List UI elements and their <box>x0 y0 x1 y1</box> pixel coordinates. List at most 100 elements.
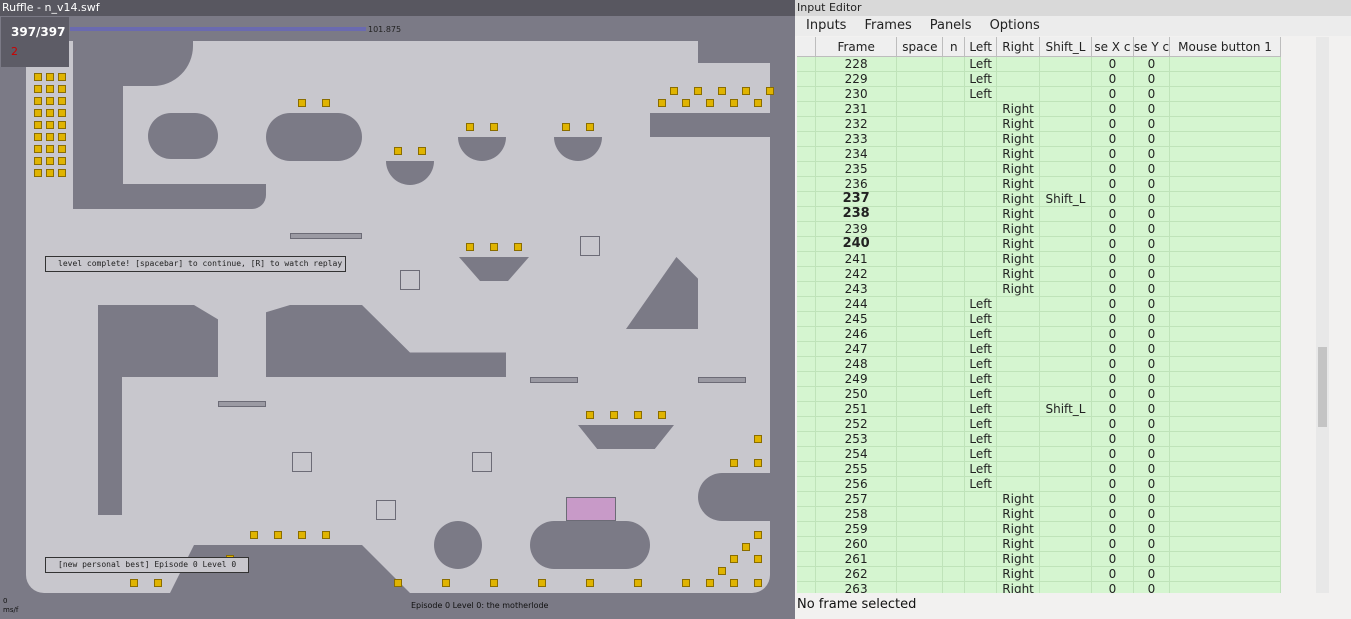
cell-n[interactable] <box>942 371 966 387</box>
row-gutter[interactable] <box>797 536 816 552</box>
table-row[interactable]: 239 Right 0 0 <box>797 221 1281 237</box>
cell-space[interactable] <box>896 266 944 282</box>
row-gutter[interactable] <box>797 371 816 387</box>
cell-frame[interactable]: 228 <box>815 56 898 72</box>
cell-mouse-button[interactable] <box>1169 146 1281 162</box>
cell-n[interactable] <box>942 251 966 267</box>
cell-mouse-y[interactable]: 0 <box>1133 161 1171 177</box>
row-gutter[interactable] <box>797 461 816 477</box>
cell-frame[interactable]: 255 <box>815 461 898 477</box>
cell-left[interactable] <box>964 101 998 117</box>
row-gutter[interactable] <box>797 206 816 222</box>
cell-shift[interactable] <box>1039 356 1092 372</box>
cell-frame[interactable]: 229 <box>815 71 898 87</box>
cell-left[interactable] <box>964 581 998 593</box>
row-gutter[interactable] <box>797 281 816 297</box>
cell-space[interactable] <box>896 281 944 297</box>
cell-space[interactable] <box>896 506 944 522</box>
row-gutter[interactable] <box>797 176 816 192</box>
cell-n[interactable] <box>942 326 966 342</box>
cell-left[interactable] <box>964 251 998 267</box>
cell-mouse-y[interactable]: 0 <box>1133 476 1171 492</box>
cell-frame[interactable]: 234 <box>815 146 898 162</box>
cell-right[interactable] <box>996 296 1041 312</box>
row-gutter[interactable] <box>797 401 816 417</box>
game-arena[interactable]: level complete! [spacebar] to continue, … <box>26 41 774 593</box>
cell-mouse-button[interactable] <box>1169 521 1281 537</box>
cell-mouse-x[interactable]: 0 <box>1091 371 1134 387</box>
cell-right[interactable] <box>996 56 1041 72</box>
cell-mouse-y[interactable]: 0 <box>1133 581 1171 593</box>
cell-right[interactable] <box>996 341 1041 357</box>
cell-n[interactable] <box>942 281 966 297</box>
cell-right[interactable] <box>996 326 1041 342</box>
cell-mouse-button[interactable] <box>1169 506 1281 522</box>
cell-mouse-x[interactable]: 0 <box>1091 401 1134 417</box>
col-frame[interactable]: Frame <box>815 37 898 57</box>
table-row[interactable]: 245 Left 0 0 <box>797 311 1281 327</box>
row-gutter[interactable] <box>797 341 816 357</box>
cell-mouse-button[interactable] <box>1169 191 1281 207</box>
vertical-scrollbar[interactable] <box>1316 37 1329 593</box>
row-gutter[interactable] <box>797 566 816 582</box>
table-row[interactable]: 248 Left 0 0 <box>797 356 1281 372</box>
cell-frame[interactable]: 238 <box>815 206 898 222</box>
table-row[interactable]: 260 Right 0 0 <box>797 536 1281 552</box>
cell-mouse-x[interactable]: 0 <box>1091 566 1134 582</box>
cell-mouse-button[interactable] <box>1169 131 1281 147</box>
row-gutter[interactable] <box>797 116 816 132</box>
row-gutter[interactable] <box>797 446 816 462</box>
cell-mouse-y[interactable]: 0 <box>1133 101 1171 117</box>
cell-mouse-button[interactable] <box>1169 536 1281 552</box>
menu-frames[interactable]: Frames <box>853 16 918 33</box>
cell-space[interactable] <box>896 416 944 432</box>
cell-left[interactable] <box>964 221 998 237</box>
cell-left[interactable] <box>964 266 998 282</box>
cell-mouse-button[interactable] <box>1169 551 1281 567</box>
cell-space[interactable] <box>896 431 944 447</box>
row-gutter[interactable] <box>797 146 816 162</box>
cell-shift[interactable] <box>1039 296 1092 312</box>
cell-shift[interactable] <box>1039 71 1092 87</box>
cell-right[interactable]: Right <box>996 581 1041 593</box>
row-gutter[interactable] <box>797 356 816 372</box>
cell-right[interactable]: Right <box>996 191 1041 207</box>
cell-mouse-x[interactable]: 0 <box>1091 341 1134 357</box>
cell-mouse-x[interactable]: 0 <box>1091 221 1134 237</box>
cell-space[interactable] <box>896 446 944 462</box>
cell-n[interactable] <box>942 416 966 432</box>
cell-n[interactable] <box>942 566 966 582</box>
cell-frame[interactable]: 250 <box>815 386 898 402</box>
row-gutter[interactable] <box>797 311 816 327</box>
row-gutter[interactable] <box>797 221 816 237</box>
cell-left[interactable] <box>964 521 998 537</box>
cell-right[interactable] <box>996 461 1041 477</box>
table-row[interactable]: 258 Right 0 0 <box>797 506 1281 522</box>
cell-frame[interactable]: 247 <box>815 341 898 357</box>
cell-left[interactable]: Left <box>964 326 998 342</box>
cell-n[interactable] <box>942 191 966 207</box>
cell-mouse-x[interactable]: 0 <box>1091 71 1134 87</box>
cell-mouse-button[interactable] <box>1169 371 1281 387</box>
cell-mouse-x[interactable]: 0 <box>1091 431 1134 447</box>
cell-n[interactable] <box>942 161 966 177</box>
cell-mouse-y[interactable]: 0 <box>1133 176 1171 192</box>
cell-n[interactable] <box>942 341 966 357</box>
cell-left[interactable]: Left <box>964 71 998 87</box>
table-row[interactable]: 236 Right 0 0 <box>797 176 1281 192</box>
cell-right[interactable] <box>996 446 1041 462</box>
table-row[interactable]: 244 Left 0 0 <box>797 296 1281 312</box>
cell-left[interactable]: Left <box>964 431 998 447</box>
row-gutter[interactable] <box>797 521 816 537</box>
col-space[interactable]: space <box>896 37 944 57</box>
cell-right[interactable]: Right <box>996 236 1041 252</box>
cell-right[interactable]: Right <box>996 536 1041 552</box>
row-gutter[interactable] <box>797 56 816 72</box>
cell-space[interactable] <box>896 251 944 267</box>
cell-mouse-y[interactable]: 0 <box>1133 431 1171 447</box>
cell-n[interactable] <box>942 521 966 537</box>
table-row[interactable]: 242 Right 0 0 <box>797 266 1281 282</box>
cell-mouse-y[interactable]: 0 <box>1133 551 1171 567</box>
table-row[interactable]: 238 Right 0 0 <box>797 206 1281 222</box>
row-gutter[interactable] <box>797 131 816 147</box>
